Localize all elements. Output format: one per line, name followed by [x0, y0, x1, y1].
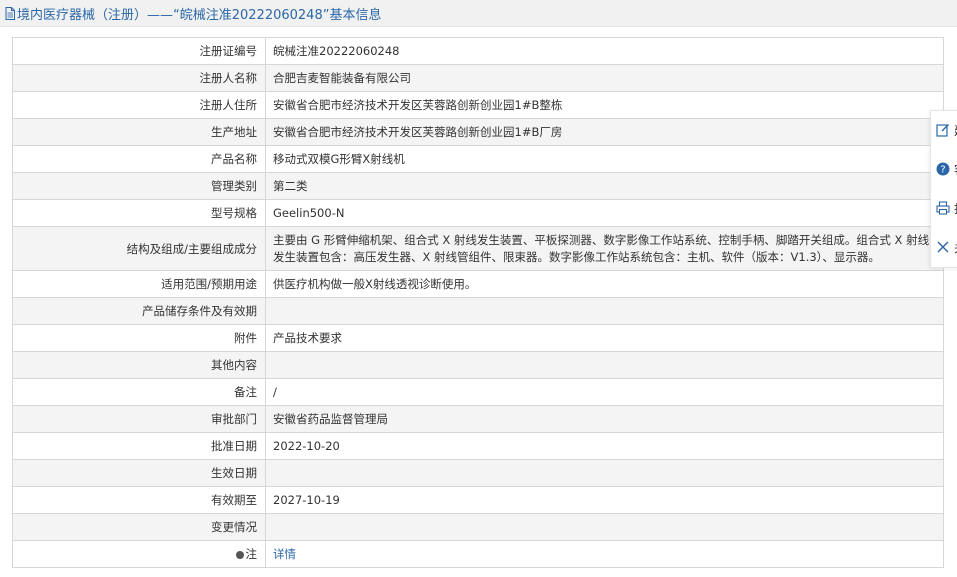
row-value	[265, 351, 944, 379]
row-value: Geelin500-N	[265, 199, 944, 227]
floating-toolbar: 建 ? 客 打 关	[930, 110, 957, 268]
details-link[interactable]: 详情	[273, 547, 296, 561]
row-value	[265, 297, 944, 325]
row-label: 备注	[12, 378, 266, 406]
table-row: 产品储存条件及有效期	[12, 297, 944, 325]
row-label: 注册人名称	[12, 64, 266, 92]
row-value: 安徽省药品监督管理局	[265, 405, 944, 433]
row-value	[265, 459, 944, 487]
close-icon	[937, 241, 949, 253]
row-label: 附件	[12, 324, 266, 352]
table-row: 备注 /	[12, 378, 944, 406]
row-value	[265, 513, 944, 541]
row-value: 2022-10-20	[265, 432, 944, 460]
svg-text:?: ?	[940, 164, 945, 175]
edit-icon	[936, 124, 949, 137]
row-label: 有效期至	[12, 486, 266, 514]
row-value: /	[265, 378, 944, 406]
page-title: 境内医疗器械（注册）——“皖械注准20222060248”基本信息	[17, 7, 382, 23]
print-icon	[936, 201, 950, 215]
table-row: 附件 产品技术要求	[12, 324, 944, 352]
question-icon: ?	[936, 162, 950, 175]
row-label: 型号规格	[12, 199, 266, 227]
pin-icon	[235, 551, 244, 559]
row-value: 皖械注准20222060248	[265, 37, 944, 65]
table-row: 注册人名称 合肥吉麦智能装备有限公司	[12, 64, 944, 92]
row-label: 生效日期	[12, 459, 266, 487]
info-table: 注册证编号 皖械注准20222060248 注册人名称 合肥吉麦智能装备有限公司…	[12, 37, 944, 568]
row-label: 注册人住所	[12, 91, 266, 119]
customer-service-button[interactable]: ? 客	[936, 159, 957, 179]
row-value: 安徽省合肥市经济技术开发区芙蓉路创新创业园1#B厂房	[265, 118, 944, 146]
table-row: 适用范围/预期用途 供医疗机构做一般X射线透视诊断使用。	[12, 270, 944, 298]
row-label: 审批部门	[12, 405, 266, 433]
row-value: 第二类	[265, 172, 944, 200]
table-row: 有效期至 2027-10-19	[12, 486, 944, 514]
row-value: 详情	[265, 540, 944, 568]
print-button[interactable]: 打	[936, 198, 957, 218]
table-row: 生产地址 安徽省合肥市经济技术开发区芙蓉路创新创业园1#B厂房	[12, 118, 944, 146]
table-row: 其他内容	[12, 351, 944, 379]
row-value: 移动式双模G形臂X射线机	[265, 145, 944, 173]
table-row: 变更情况	[12, 513, 944, 541]
table-row: 产品名称 移动式双模G形臂X射线机	[12, 145, 944, 173]
table-row: 型号规格 Geelin500-N	[12, 199, 944, 227]
table-row: 管理类别 第二类	[12, 172, 944, 200]
table-row: 注册人住所 安徽省合肥市经济技术开发区芙蓉路创新创业园1#B整栋	[12, 91, 944, 119]
table-row: 批准日期 2022-10-20	[12, 432, 944, 460]
row-label: 其他内容	[12, 351, 266, 379]
row-value: 产品技术要求	[265, 324, 944, 352]
note-label-cell: 注	[12, 540, 266, 568]
row-label: 产品名称	[12, 145, 266, 173]
table-row: 生效日期	[12, 459, 944, 487]
row-label: 变更情况	[12, 513, 266, 541]
table-row: 结构及组成/主要组成成分 主要由 G 形臂伸缩机架、组合式 X 射线发生装置、平…	[12, 226, 944, 271]
document-icon	[5, 6, 15, 20]
row-label: 适用范围/预期用途	[12, 270, 266, 298]
page-header: 境内医疗器械（注册）——“皖械注准20222060248”基本信息	[0, 0, 957, 27]
row-label: 注	[245, 547, 258, 561]
table-row: 审批部门 安徽省药品监督管理局	[12, 405, 944, 433]
close-button[interactable]: 关	[936, 237, 957, 257]
feedback-button[interactable]: 建	[936, 120, 957, 140]
row-label: 产品储存条件及有效期	[12, 297, 266, 325]
row-label: 管理类别	[12, 172, 266, 200]
row-value: 合肥吉麦智能装备有限公司	[265, 64, 944, 92]
row-label: 生产地址	[12, 118, 266, 146]
row-label: 结构及组成/主要组成成分	[12, 226, 266, 271]
row-value: 供医疗机构做一般X射线透视诊断使用。	[265, 270, 944, 298]
table-row: 注册证编号 皖械注准20222060248	[12, 37, 944, 65]
row-value: 安徽省合肥市经济技术开发区芙蓉路创新创业园1#B整栋	[265, 91, 944, 119]
row-label: 批准日期	[12, 432, 266, 460]
row-label: 注册证编号	[12, 37, 266, 65]
table-row: 注 详情	[12, 540, 944, 568]
row-value: 2027-10-19	[265, 486, 944, 514]
row-value: 主要由 G 形臂伸缩机架、组合式 X 射线发生装置、平板探测器、数字影像工作站系…	[265, 226, 944, 271]
